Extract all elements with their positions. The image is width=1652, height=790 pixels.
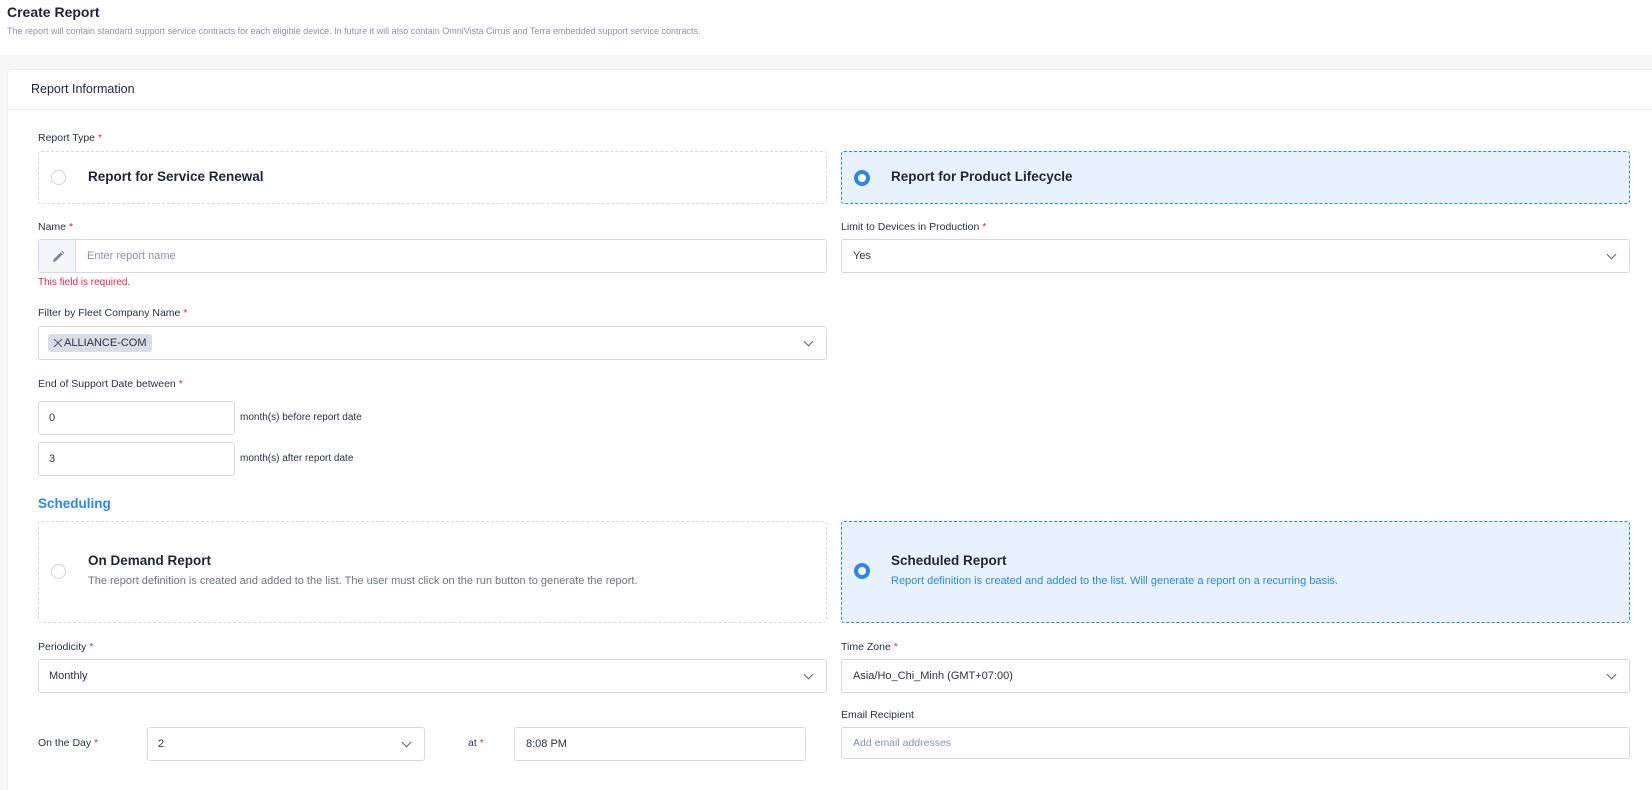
option-desc-scheduled: Report definition is created and added t… xyxy=(891,575,1338,587)
time-value: 8:08 PM xyxy=(526,738,567,750)
report-type-label-text: Report Type xyxy=(38,132,96,144)
chevron-down-icon xyxy=(803,669,814,680)
chevron-down-icon xyxy=(401,737,412,748)
report-type-label: Report Type * xyxy=(38,132,102,144)
email-recipient-input[interactable]: Add email addresses xyxy=(841,727,1630,759)
time-input[interactable]: 8:08 PM xyxy=(514,727,806,761)
fleet-tag-label: ALLIANCE-COM xyxy=(64,337,147,349)
end-of-support-label-text: End of Support Date between xyxy=(38,378,176,390)
page-header: Create Report The report will contain st… xyxy=(0,0,1652,55)
pencil-icon xyxy=(53,250,65,262)
months-after-value: 3 xyxy=(49,453,56,465)
name-input-placeholder[interactable]: Enter report name xyxy=(87,250,176,262)
name-error-message: This field is required. xyxy=(38,277,131,288)
periodicity-value: Monthly xyxy=(49,670,88,682)
option-label-service-renewal: Report for Service Renewal xyxy=(88,169,264,184)
radio-on-demand[interactable] xyxy=(51,564,66,579)
time-zone-value: Asia/Ho_Chi_Minh (GMT+07:00) xyxy=(853,670,1013,682)
limit-devices-select[interactable]: Yes xyxy=(841,239,1630,273)
pencil-icon-box xyxy=(39,240,76,272)
scheduling-title: Scheduling xyxy=(38,496,111,511)
required-marker: * xyxy=(183,307,188,319)
required-marker: * xyxy=(94,737,99,749)
time-zone-label: Time Zone * xyxy=(841,641,898,653)
page-subtitle: The report will contain standard support… xyxy=(7,26,701,36)
limit-devices-label: Limit to Devices in Production * xyxy=(841,221,986,233)
limit-devices-value: Yes xyxy=(853,250,871,262)
option-label-product-lifecycle: Report for Product Lifecycle xyxy=(891,169,1073,184)
radio-service-renewal[interactable] xyxy=(51,170,66,185)
periodicity-label-text: Periodicity xyxy=(38,641,87,653)
required-marker: * xyxy=(89,641,94,653)
required-marker: * xyxy=(97,132,103,144)
fleet-filter-label: Filter by Fleet Company Name * xyxy=(38,307,187,319)
report-information-card: Report Information Report Type * Report … xyxy=(7,69,1652,790)
required-marker: * xyxy=(982,221,987,233)
periodicity-select[interactable]: Monthly xyxy=(38,659,827,693)
at-label-text: at xyxy=(468,737,477,749)
option-title-scheduled: Scheduled Report xyxy=(891,553,1007,568)
required-marker: * xyxy=(893,641,898,653)
schedule-option-scheduled[interactable]: Scheduled Report Report definition is cr… xyxy=(841,521,1630,623)
card-title: Report Information xyxy=(31,82,135,96)
name-label-text: Name xyxy=(38,221,67,233)
required-marker: * xyxy=(479,737,484,749)
schedule-option-on-demand[interactable]: On Demand Report The report definition i… xyxy=(38,521,827,623)
months-after-suffix: month(s) after report date xyxy=(240,453,354,464)
limit-devices-label-text: Limit to Devices in Production xyxy=(841,221,980,233)
option-title-on-demand: On Demand Report xyxy=(88,553,212,568)
on-the-day-select[interactable]: 2 xyxy=(147,727,425,761)
required-marker: * xyxy=(68,221,74,233)
name-field[interactable]: Enter report name xyxy=(38,239,827,273)
close-icon[interactable] xyxy=(53,338,63,348)
report-type-option-service-renewal[interactable]: Report for Service Renewal xyxy=(38,151,827,204)
months-before-input[interactable]: 0 xyxy=(38,401,235,435)
email-recipient-label: Email Recipient xyxy=(841,709,914,721)
on-the-day-value: 2 xyxy=(158,738,165,750)
time-zone-select[interactable]: Asia/Ho_Chi_Minh (GMT+07:00) xyxy=(841,659,1630,693)
chevron-down-icon xyxy=(803,336,814,347)
chevron-down-icon xyxy=(1606,249,1617,260)
radio-scheduled[interactable] xyxy=(854,563,870,579)
at-label: at * xyxy=(468,737,484,749)
report-type-option-product-lifecycle[interactable]: Report for Product Lifecycle xyxy=(841,151,1630,204)
card-header: Report Information xyxy=(8,70,1652,110)
option-desc-on-demand: The report definition is created and add… xyxy=(88,575,638,587)
months-before-value: 0 xyxy=(49,412,56,424)
months-before-suffix: month(s) before report date xyxy=(240,412,362,423)
email-input-placeholder[interactable]: Add email addresses xyxy=(853,737,951,749)
name-label: Name * xyxy=(38,221,73,233)
radio-product-lifecycle[interactable] xyxy=(854,170,870,186)
on-the-day-label: On the Day * xyxy=(38,737,98,749)
page-title: Create Report xyxy=(7,4,100,20)
end-of-support-label: End of Support Date between * xyxy=(38,378,183,390)
time-zone-label-text: Time Zone xyxy=(841,641,891,653)
fleet-filter-multiselect[interactable]: ALLIANCE-COM xyxy=(38,326,827,360)
required-marker: * xyxy=(178,378,183,390)
fleet-filter-label-text: Filter by Fleet Company Name xyxy=(38,307,181,319)
on-the-day-label-text: On the Day xyxy=(38,737,92,749)
fleet-tag: ALLIANCE-COM xyxy=(48,334,152,352)
months-after-input[interactable]: 3 xyxy=(38,442,235,476)
periodicity-label: Periodicity * xyxy=(38,641,93,653)
chevron-down-icon xyxy=(1606,669,1617,680)
